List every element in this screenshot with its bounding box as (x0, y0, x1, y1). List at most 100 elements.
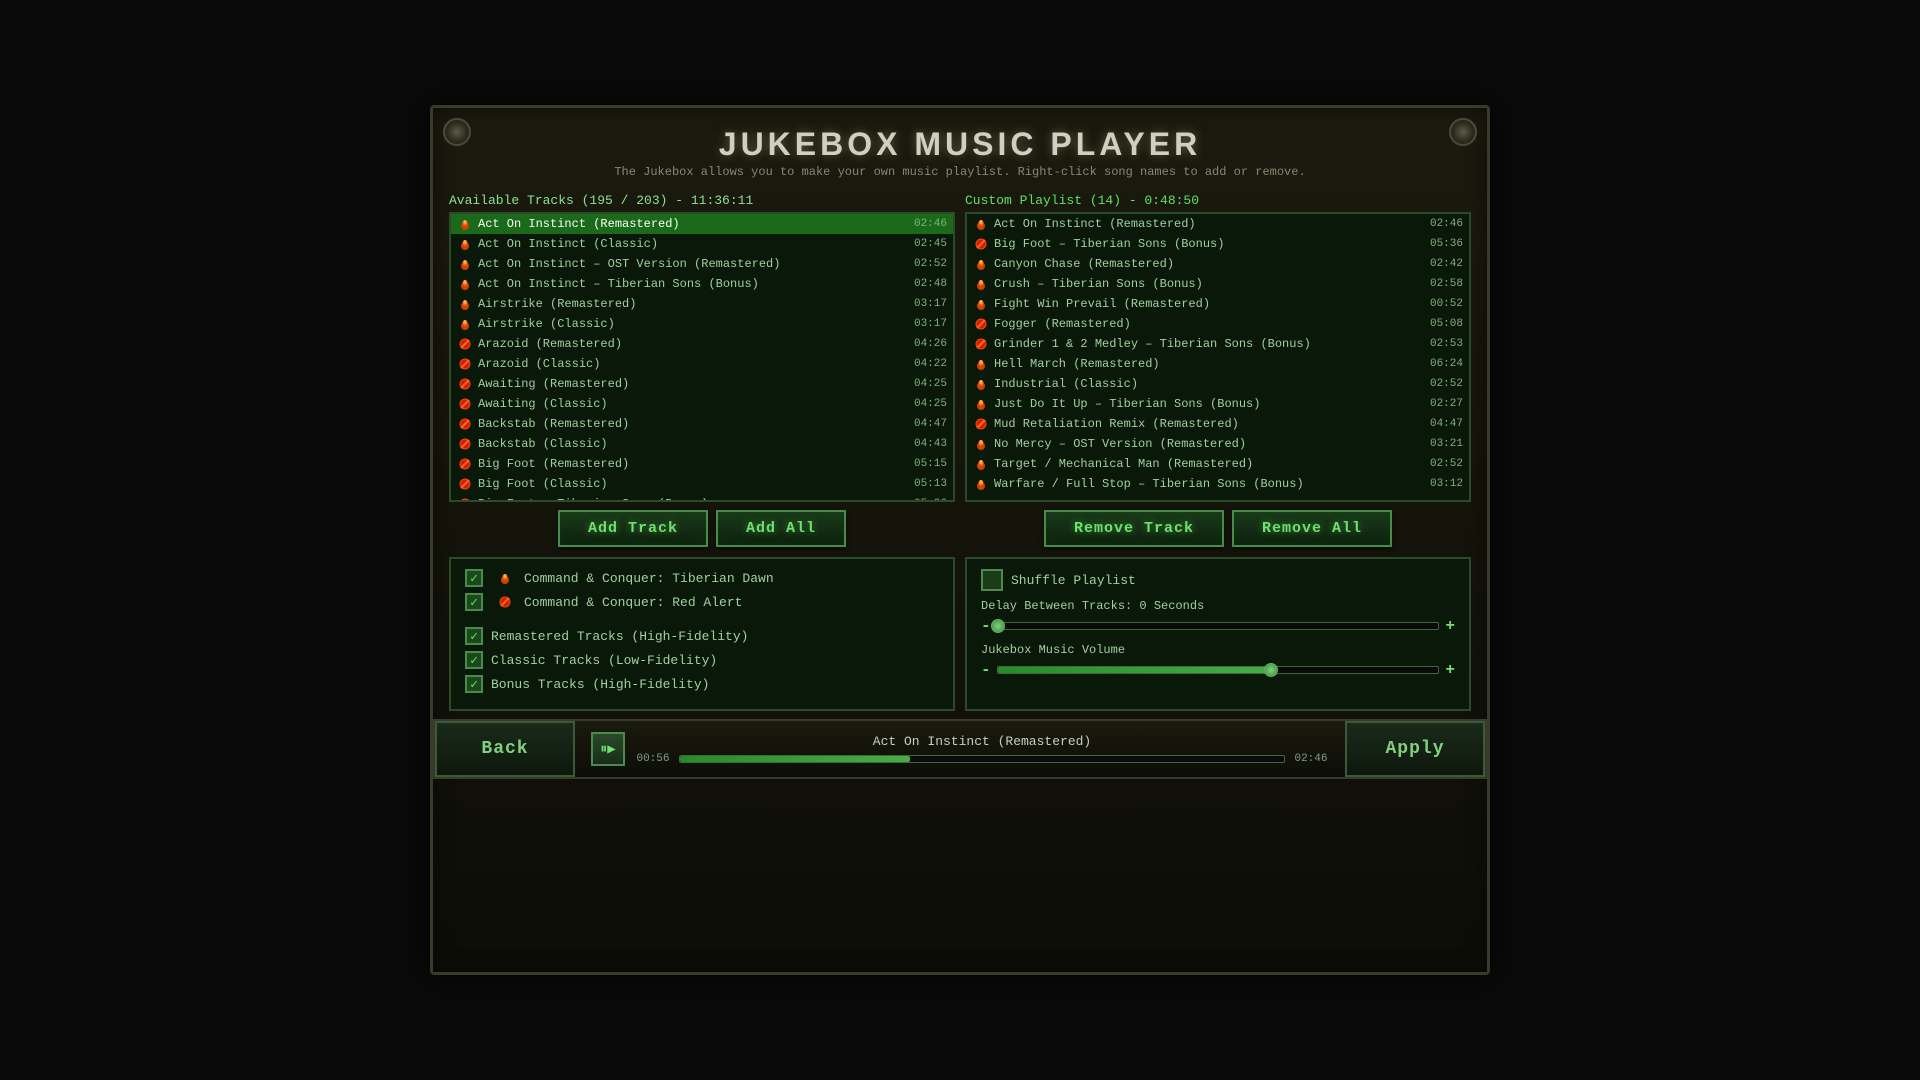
track-duration: 00:52 (1430, 298, 1463, 310)
main-window: JUKEBOX MUSIC PLAYER The Jukebox allows … (430, 105, 1490, 975)
available-track-item[interactable]: Act On Instinct – OST Version (Remastere… (451, 254, 953, 274)
slash-icon (457, 456, 473, 472)
filter-checkbox[interactable] (465, 627, 483, 645)
available-track-item[interactable]: Arazoid (Remastered)04:26 (451, 334, 953, 354)
available-track-item[interactable]: Airstrike (Classic)03:17 (451, 314, 953, 334)
delay-minus-button[interactable]: - (981, 617, 991, 635)
shuffle-checkbox[interactable] (981, 569, 1003, 591)
playlist-track-item[interactable]: Canyon Chase (Remastered)02:42 (967, 254, 1469, 274)
track-name: Act On Instinct (Classic) (478, 237, 906, 251)
track-name: Arazoid (Remastered) (478, 337, 906, 351)
custom-playlist-panel: Custom Playlist (14) - 0:48:50 Act On In… (965, 193, 1471, 502)
slash-icon (457, 496, 473, 500)
filter-checkbox[interactable] (465, 569, 483, 587)
available-track-item[interactable]: Act On Instinct (Classic)02:45 (451, 234, 953, 254)
play-pause-button[interactable]: ⏸▶ (591, 732, 625, 766)
track-name: Act On Instinct – Tiberian Sons (Bonus) (478, 277, 906, 291)
title-area: JUKEBOX MUSIC PLAYER The Jukebox allows … (433, 108, 1487, 185)
fire-icon (497, 570, 513, 586)
delay-slider-thumb[interactable] (991, 619, 1005, 633)
back-button[interactable]: Back (435, 721, 575, 777)
playlist-track-item[interactable]: Act On Instinct (Remastered)02:46 (967, 214, 1469, 234)
available-track-item[interactable]: Awaiting (Classic)04:25 (451, 394, 953, 414)
track-name: Warfare / Full Stop – Tiberian Sons (Bon… (994, 477, 1422, 491)
track-duration: 06:24 (1430, 358, 1463, 370)
slash-icon (457, 336, 473, 352)
fire-icon (973, 476, 989, 492)
slash-icon (457, 376, 473, 392)
available-track-item[interactable]: Airstrike (Remastered)03:17 (451, 294, 953, 314)
total-time: 02:46 (1293, 753, 1329, 765)
playlist-track-item[interactable]: Industrial (Classic)02:52 (967, 374, 1469, 394)
playlist-track-item[interactable]: Fogger (Remastered)05:08 (967, 314, 1469, 334)
remove-all-button[interactable]: Remove All (1232, 510, 1392, 547)
volume-slider-control: - + (981, 661, 1455, 679)
fire-icon (457, 236, 473, 252)
now-playing-info: Act On Instinct (Remastered) 00:56 02:46 (635, 734, 1329, 765)
playlist-track-item[interactable]: Hell March (Remastered)06:24 (967, 354, 1469, 374)
filter-item: Remastered Tracks (High-Fidelity) (465, 627, 939, 645)
filter-checkbox[interactable] (465, 593, 483, 611)
filter-checkbox[interactable] (465, 651, 483, 669)
apply-button[interactable]: Apply (1345, 721, 1485, 777)
fire-icon (973, 376, 989, 392)
fire-icon (457, 296, 473, 312)
app-title: JUKEBOX MUSIC PLAYER (433, 126, 1487, 163)
available-track-item[interactable]: Arazoid (Classic)04:22 (451, 354, 953, 374)
filter-checkbox[interactable] (465, 675, 483, 693)
track-name: Fight Win Prevail (Remastered) (994, 297, 1422, 311)
volume-slider-track[interactable] (997, 666, 1440, 674)
slash-icon (457, 396, 473, 412)
track-duration: 03:12 (1430, 478, 1463, 490)
playlist-track-item[interactable]: Mud Retaliation Remix (Remastered)04:47 (967, 414, 1469, 434)
add-track-button[interactable]: Add Track (558, 510, 708, 547)
track-name: Act On Instinct (Remastered) (994, 217, 1422, 231)
track-duration: 02:27 (1430, 398, 1463, 410)
available-track-item[interactable]: Act On Instinct (Remastered)02:46 (451, 214, 953, 234)
track-name: Awaiting (Classic) (478, 397, 906, 411)
available-tracks-panel: Available Tracks (195 / 203) - 11:36:11 … (449, 193, 955, 502)
delay-plus-button[interactable]: + (1445, 617, 1455, 635)
progress-fill (680, 756, 910, 762)
available-track-item[interactable]: Big Foot – Tiberian Sons (Bonus)05:36 (451, 494, 953, 500)
track-duration: 05:15 (914, 458, 947, 470)
playlist-track-item[interactable]: Just Do It Up – Tiberian Sons (Bonus)02:… (967, 394, 1469, 414)
playlist-track-item[interactable]: Warfare / Full Stop – Tiberian Sons (Bon… (967, 474, 1469, 494)
volume-slider-thumb[interactable] (1264, 663, 1278, 677)
delay-slider-track[interactable] (997, 622, 1440, 630)
add-all-button[interactable]: Add All (716, 510, 846, 547)
available-tracks-list[interactable]: Act On Instinct (Remastered)02:46Act On … (451, 214, 953, 500)
available-track-item[interactable]: Backstab (Classic)04:43 (451, 434, 953, 454)
available-track-item[interactable]: Big Foot (Remastered)05:15 (451, 454, 953, 474)
fire-icon (457, 316, 473, 332)
playlist-track-item[interactable]: No Mercy – OST Version (Remastered)03:21 (967, 434, 1469, 454)
track-name: Backstab (Remastered) (478, 417, 906, 431)
progress-track[interactable] (679, 755, 1285, 763)
available-track-item[interactable]: Act On Instinct – Tiberian Sons (Bonus)0… (451, 274, 953, 294)
playlist-track-item[interactable]: Crush – Tiberian Sons (Bonus) 02:58 (967, 274, 1469, 294)
delay-label: Delay Between Tracks: 0 Seconds (981, 599, 1455, 613)
remove-track-button[interactable]: Remove Track (1044, 510, 1224, 547)
track-duration: 02:52 (1430, 458, 1463, 470)
playlist-track-item[interactable]: Big Foot – Tiberian Sons (Bonus)05:36 (967, 234, 1469, 254)
playlist-track-item[interactable]: Grinder 1 & 2 Medley – Tiberian Sons (Bo… (967, 334, 1469, 354)
track-name: Crush – Tiberian Sons (Bonus) (994, 277, 1422, 291)
playlist-track-item[interactable]: Target / Mechanical Man (Remastered)02:5… (967, 454, 1469, 474)
volume-label: Jukebox Music Volume (981, 643, 1455, 657)
playlist-track-item[interactable]: Fight Win Prevail (Remastered) 00:52 (967, 294, 1469, 314)
track-duration: 03:21 (1430, 438, 1463, 450)
custom-playlist-list[interactable]: Act On Instinct (Remastered)02:46Big Foo… (967, 214, 1469, 500)
track-duration: 02:46 (914, 218, 947, 230)
track-duration: 02:58 (1430, 278, 1463, 290)
track-duration: 04:25 (914, 378, 947, 390)
filter-label: Command & Conquer: Tiberian Dawn (524, 571, 774, 586)
available-track-item[interactable]: Backstab (Remastered)04:47 (451, 414, 953, 434)
available-track-item[interactable]: Big Foot (Classic)05:13 (451, 474, 953, 494)
track-name: Airstrike (Remastered) (478, 297, 906, 311)
volume-minus-button[interactable]: - (981, 661, 991, 679)
filter-list: Command & Conquer: Tiberian DawnCommand … (465, 569, 939, 693)
volume-plus-button[interactable]: + (1445, 661, 1455, 679)
available-track-item[interactable]: Awaiting (Remastered)04:25 (451, 374, 953, 394)
track-duration: 02:52 (914, 258, 947, 270)
track-name: Canyon Chase (Remastered) (994, 257, 1422, 271)
